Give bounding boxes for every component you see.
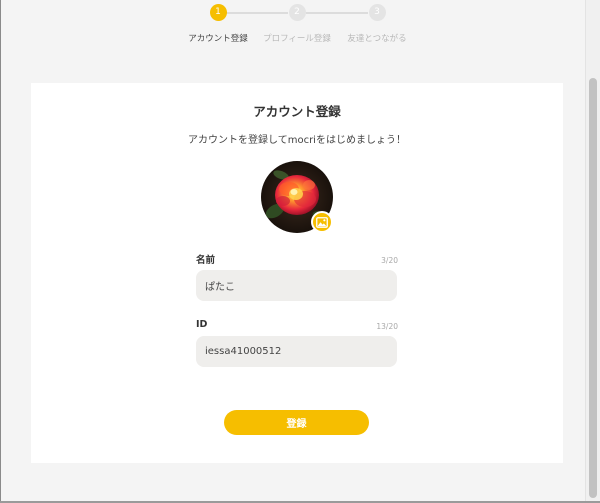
image-icon [316, 216, 328, 228]
step-number-1: 1 [209, 4, 227, 21]
page-title: アカウント登録 [253, 104, 341, 119]
avatar-edit-button[interactable] [311, 211, 333, 233]
id-input[interactable] [196, 336, 397, 367]
id-label: ID [196, 319, 208, 330]
avatar-upload[interactable] [261, 161, 333, 233]
page-subtitle: アカウントを登録してmocriをはじめましょう！ [188, 135, 406, 146]
step-number-3: 3 [368, 4, 386, 21]
step-connect-friends: 3 友達とつながる [327, 4, 427, 44]
id-char-count: 13/20 [376, 322, 398, 331]
window-left-border [0, 0, 1, 503]
scrollbar-thumb[interactable] [589, 78, 597, 498]
step-label-3: 友達とつながる [347, 34, 407, 44]
name-char-count: 3/20 [381, 256, 398, 265]
account-registration-card: アカウント登録 アカウントを登録してmocriをはじめましょう！ 名前 3/20… [31, 83, 563, 463]
vertical-scrollbar[interactable] [585, 0, 600, 503]
register-button[interactable]: 登録 [224, 410, 369, 435]
name-label: 名前 [196, 255, 216, 266]
name-input[interactable] [196, 270, 397, 301]
signup-stepper: 1 アカウント登録 2 プロフィール登録 3 友達とつながる [0, 0, 586, 60]
step-number-2: 2 [288, 4, 306, 21]
